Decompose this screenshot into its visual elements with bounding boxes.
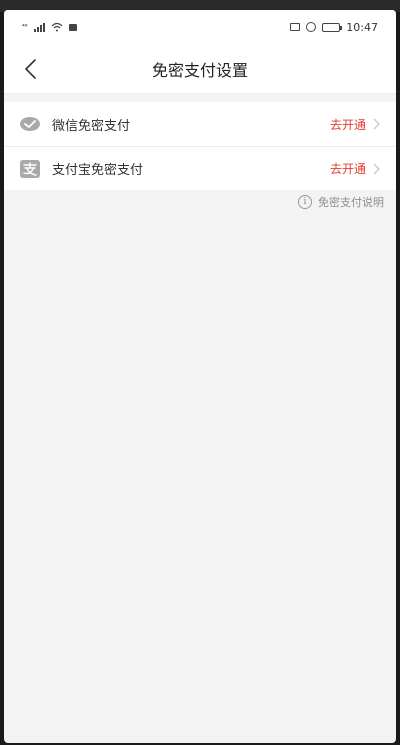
list-item-alipay[interactable]: 支付宝免密支付 去开通 (4, 146, 396, 190)
alipay-icon (18, 159, 42, 179)
navigation-bar: 免密支付设置 (4, 44, 396, 94)
status-bar: ⁴⁶ 10:47 (4, 10, 396, 44)
chevron-left-icon (24, 59, 36, 79)
nfc-icon (290, 23, 301, 31)
payment-options-list: 微信免密支付 去开通 支付宝免密支付 去开通 (4, 102, 396, 190)
info-icon: i (298, 195, 312, 209)
list-item-label: 微信免密支付 (52, 118, 131, 134)
page-title: 免密支付设置 (151, 60, 248, 80)
alarm-icon (306, 22, 317, 32)
status-right: 10:47 (290, 21, 378, 34)
status-time: 10:47 (346, 20, 378, 34)
wifi-icon (51, 22, 63, 32)
screen: ⁴⁶ 10:47 免密支付设置 微信免密支付 去开通 支付宝免密支付 去开通 i… (4, 10, 396, 743)
payment-info-link[interactable]: i 免密支付说明 (298, 194, 384, 210)
info-link-label: 免密支付说明 (318, 196, 384, 209)
list-item-label: 支付宝免密支付 (52, 163, 144, 178)
battery-icon (322, 22, 343, 32)
network-type-label: ⁴⁶ (22, 23, 28, 31)
activate-link[interactable]: 去开通 (330, 160, 366, 177)
chevron-right-icon (372, 162, 382, 176)
chevron-right-icon (372, 117, 382, 131)
back-button[interactable] (14, 52, 46, 86)
list-item-wechat[interactable]: 微信免密支付 去开通 (4, 102, 396, 146)
signal-icon (33, 22, 45, 32)
status-left: ⁴⁶ (22, 22, 77, 32)
notification-icon (68, 23, 77, 31)
activate-link[interactable]: 去开通 (330, 116, 366, 133)
wechat-icon (18, 114, 42, 134)
